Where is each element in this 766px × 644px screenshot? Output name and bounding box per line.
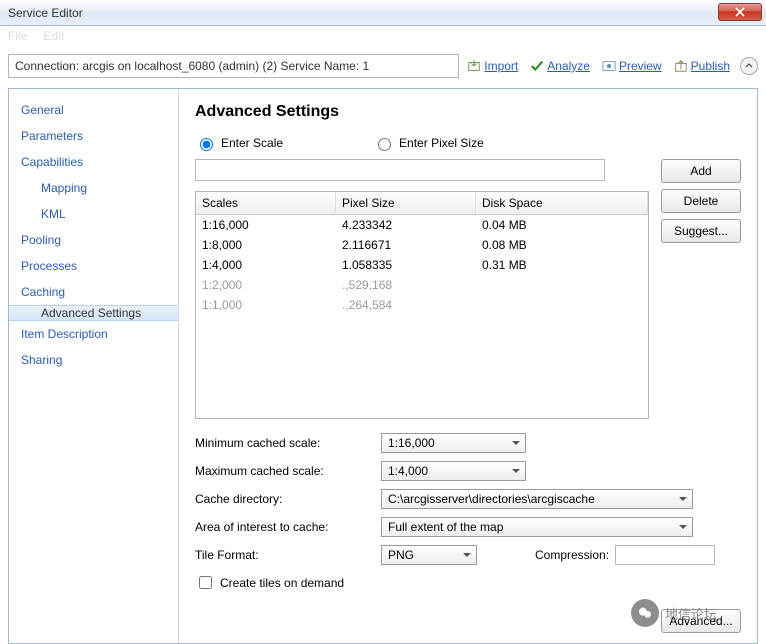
import-link[interactable]: Import [463,59,522,73]
advanced-button[interactable]: Advanced... [661,609,741,633]
label-aoi: Area of interest to cache: [195,520,381,534]
page-heading: Advanced Settings [195,103,741,121]
compression-input[interactable] [615,545,715,565]
sidebar-item-parameters[interactable]: Parameters [9,123,178,149]
window-title: Service Editor [4,6,718,20]
label-compression: Compression: [535,548,609,562]
table-row[interactable]: 1:2,000.,529,168 [196,275,648,295]
min-scale-select[interactable]: 1:16,000 [381,433,526,453]
sidebar-item-pooling[interactable]: Pooling [9,227,178,253]
close-button[interactable] [718,3,762,21]
label-create-tiles: Create tiles on demand [220,576,344,590]
create-tiles-checkbox[interactable] [199,576,212,589]
scales-table[interactable]: Scales Pixel Size Disk Space 1:16,0004.2… [195,191,649,419]
analyze-link[interactable]: Analyze [526,59,594,73]
table-row[interactable]: 1:1,000.,264,584 [196,295,648,315]
tile-format-select[interactable]: PNG [381,545,477,565]
table-row[interactable]: 1:4,0001.0583350.31 MB [196,255,648,275]
suggest-button[interactable]: Suggest... [661,219,741,243]
label-tile-format: Tile Format: [195,548,381,562]
label-min-scale: Minimum cached scale: [195,436,381,450]
label-max-scale: Maximum cached scale: [195,464,381,478]
sidebar-item-capabilities[interactable]: Capabilities [9,149,178,175]
content-panel: Advanced Settings Enter Scale Enter Pixe… [179,89,757,643]
connection-field[interactable]: Connection: arcgis on localhost_6080 (ad… [8,54,459,78]
delete-button[interactable]: Delete [661,189,741,213]
import-icon [467,59,481,73]
table-row[interactable]: 1:16,0004.2333420.04 MB [196,215,648,235]
sidebar-item-processes[interactable]: Processes [9,253,178,279]
publish-link[interactable]: Publish [670,59,734,73]
add-button[interactable]: Add [661,159,741,183]
column-scales[interactable]: Scales [196,192,336,214]
sidebar-item-caching[interactable]: Caching [9,279,178,305]
collapse-button[interactable] [740,57,758,75]
sidebar-item-mapping[interactable]: Mapping [9,175,178,201]
label-cache-dir: Cache directory: [195,492,381,506]
table-row[interactable]: 1:8,0002.1166710.08 MB [196,235,648,255]
scale-input[interactable] [195,159,605,181]
sidebar-item-advanced-settings[interactable]: Advanced Settings [9,305,178,321]
sidebar-item-general[interactable]: General [9,97,178,123]
sidebar-item-item-description[interactable]: Item Description [9,321,178,347]
sidebar-item-sharing[interactable]: Sharing [9,347,178,373]
column-pixel[interactable]: Pixel Size [336,192,476,214]
cache-dir-select[interactable]: C:\arcgisserver\directories\arcgiscache [381,489,693,509]
sidebar-item-kml[interactable]: KML [9,201,178,227]
preview-link[interactable]: Preview [598,59,666,73]
radio-enter-scale[interactable]: Enter Scale [195,135,283,151]
toolbar: Connection: arcgis on localhost_6080 (ad… [8,50,758,82]
column-disk[interactable]: Disk Space [476,192,648,214]
title-bar: Service Editor [0,0,766,26]
check-icon [530,59,544,73]
menu-bar: FileEdit [0,26,766,46]
wechat-icon [631,599,659,627]
preview-icon [602,59,616,73]
aoi-select[interactable]: Full extent of the map [381,517,693,537]
radio-enter-pixel[interactable]: Enter Pixel Size [373,135,484,151]
sidebar: General Parameters Capabilities Mapping … [9,89,179,643]
publish-icon [674,59,688,73]
max-scale-select[interactable]: 1:4,000 [381,461,526,481]
